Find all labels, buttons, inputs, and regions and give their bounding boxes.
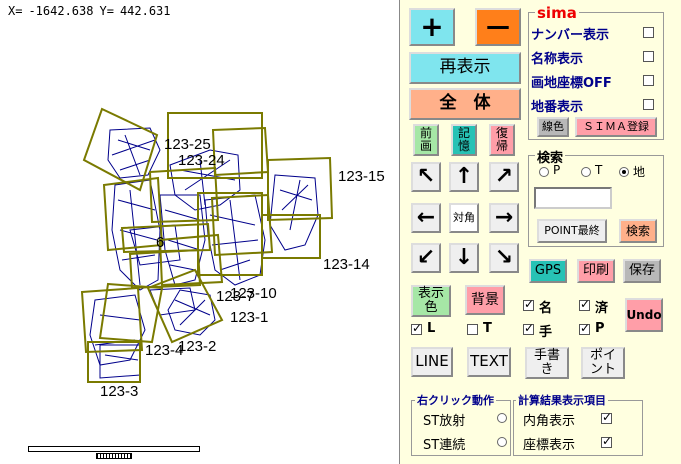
number-display-checkbox[interactable] <box>643 27 654 38</box>
diagonal-button[interactable]: 対角 <box>449 203 479 233</box>
parcel-label-123-3: 123-3 <box>100 383 139 400</box>
search-option-label: T <box>595 163 603 177</box>
horizontal-scrollbar[interactable] <box>28 446 200 452</box>
pan-right-button[interactable]: → <box>489 203 519 233</box>
right-click-group-title: 右クリック動作 <box>415 392 496 408</box>
parcel-label-123-2: 123-2 <box>178 338 217 355</box>
sima-item-label: 画地座標OFF <box>531 76 612 91</box>
toggle-label: 手 <box>539 325 553 340</box>
parcel-label-123-1: 123-1 <box>230 309 269 326</box>
zoom-in-button[interactable]: + <box>409 8 455 46</box>
sima-item-label: 名称表示 <box>531 52 584 67</box>
line-color-button[interactable]: 線色 <box>537 117 569 137</box>
scrollbar-thumb[interactable] <box>96 453 132 459</box>
parcel-drawing <box>80 107 334 383</box>
name-toggle-checkbox[interactable] <box>523 297 534 311</box>
sima-register-button[interactable]: ＳＩＭＡ登録 <box>575 117 657 137</box>
calc-result-item-label: 内角表示 <box>523 414 576 429</box>
calc-result-item-label: 座標表示 <box>523 438 576 453</box>
search-option-label: P <box>553 163 561 177</box>
restore-button[interactable]: 復 帰 <box>489 124 515 156</box>
text-tool-button[interactable]: TEXT <box>467 347 511 377</box>
control-panel: + — 再表示 全 体 前 画 記 憶 復 帰 sima ナンバー表示 名称表示… <box>401 0 681 464</box>
background-button[interactable]: 背景 <box>465 285 505 315</box>
search-button[interactable]: 検索 <box>619 219 657 243</box>
coordinate-display-checkbox[interactable] <box>601 434 612 448</box>
print-button[interactable]: 印刷 <box>577 259 615 283</box>
parcel-label-123-7: 123-7 <box>216 288 255 305</box>
st-continuous-radio[interactable] <box>497 437 507 447</box>
interior-angle-checkbox[interactable] <box>601 410 612 424</box>
t-toggle-checkbox[interactable] <box>467 324 478 335</box>
parcel-label-123-24: 123-24 <box>178 152 225 169</box>
name-display-checkbox[interactable] <box>643 51 654 62</box>
search-lot-radio[interactable] <box>619 167 629 177</box>
toggle-label: L <box>427 321 436 336</box>
lot-number-display-checkbox[interactable] <box>643 99 654 110</box>
pan-up-left-button[interactable]: ↖ <box>411 162 441 192</box>
pan-down-button[interactable]: ↓ <box>449 243 479 273</box>
app-window: X= -1642.638 Y= 442.631 123-25 123-24 12… <box>0 0 681 464</box>
sima-group-title: sima <box>535 4 579 22</box>
search-group-title: 検索 <box>535 147 566 166</box>
pan-down-right-button[interactable]: ↘ <box>489 243 519 273</box>
save-button[interactable]: 保存 <box>623 259 661 283</box>
pan-up-button[interactable]: ↑ <box>449 162 479 192</box>
toggle-label: P <box>595 321 605 336</box>
gps-button[interactable]: GPS <box>529 259 567 283</box>
lot-coords-off-checkbox[interactable] <box>643 75 654 86</box>
zoom-out-button[interactable]: — <box>475 8 521 46</box>
redisplay-button[interactable]: 再表示 <box>409 52 521 84</box>
toggle-label: 済 <box>595 301 609 316</box>
memory-button[interactable]: 記 憶 <box>451 124 477 156</box>
done-toggle-checkbox[interactable] <box>579 297 590 311</box>
previous-screen-button[interactable]: 前 画 <box>413 124 439 156</box>
pan-down-left-button[interactable]: ↙ <box>411 243 441 273</box>
calc-result-group-title: 計算結果表示項目 <box>516 392 608 408</box>
undo-button[interactable]: Undo <box>625 298 663 332</box>
parcel-label-123-14: 123-14 <box>323 256 370 273</box>
handwrite-tool-button[interactable]: 手書 き <box>525 347 569 379</box>
pan-up-right-button[interactable]: ↗ <box>489 162 519 192</box>
map-canvas[interactable]: X= -1642.638 Y= 442.631 123-25 123-24 12… <box>0 0 400 464</box>
parcel-label-123-15: 123-15 <box>338 168 385 185</box>
search-input[interactable] <box>534 187 612 209</box>
parcel-label-123-25: 123-25 <box>164 136 211 153</box>
hand-toggle-checkbox[interactable] <box>523 321 534 335</box>
st-radiate-radio[interactable] <box>497 413 507 423</box>
l-toggle-checkbox[interactable] <box>411 321 422 335</box>
point-tool-button[interactable]: ポイ ント <box>581 347 625 379</box>
parcel-label-6: 6 <box>156 234 165 251</box>
search-option-label: 地 <box>633 165 646 179</box>
whole-view-button[interactable]: 全 体 <box>409 88 521 120</box>
right-click-option-label: ST放射 <box>423 414 466 429</box>
search-p-radio[interactable] <box>539 167 549 177</box>
line-tool-button[interactable]: LINE <box>411 347 453 377</box>
pan-left-button[interactable]: ← <box>411 203 441 233</box>
parcel-label-123-4: 123-4 <box>145 342 184 359</box>
toggle-label: T <box>483 321 492 336</box>
sima-item-label: ナンバー表示 <box>531 28 610 43</box>
point-last-button[interactable]: POINT最終 <box>537 219 607 243</box>
sima-item-label: 地番表示 <box>531 100 584 115</box>
search-t-radio[interactable] <box>581 167 591 177</box>
toggle-label: 名 <box>539 301 553 316</box>
display-color-button[interactable]: 表示 色 <box>411 285 451 317</box>
right-click-option-label: ST連続 <box>423 438 466 453</box>
p-toggle-checkbox[interactable] <box>579 321 590 335</box>
